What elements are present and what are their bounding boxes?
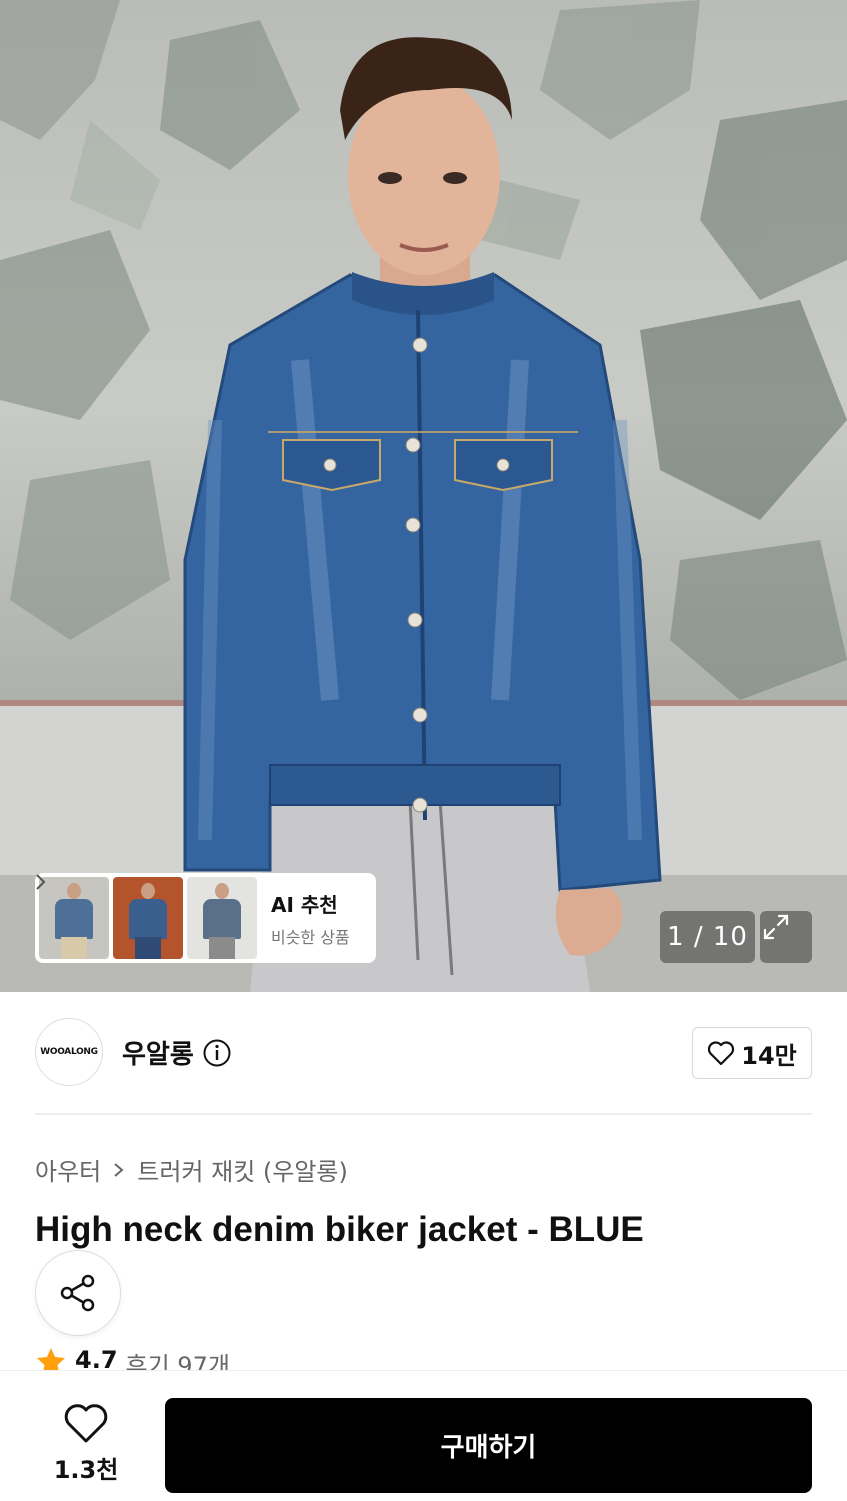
product-like-count: 1.3천 [53,1456,119,1484]
chevron-right-icon [36,874,46,890]
brand-logo[interactable]: WOOALONG [35,1018,103,1086]
rating-row[interactable]: 4.7 후기 97개 [35,1346,230,1372]
brand-logo-text: WOOALONG [40,1047,98,1057]
share-icon [60,1274,95,1312]
ai-recommend-title: AI 추천 [271,892,338,917]
review-count[interactable]: 후기 97개 [126,1346,230,1372]
breadcrumb: 아우터 트러커 재킷 (우알롱) [35,1152,348,1187]
similar-product-thumb[interactable] [113,877,183,959]
product-title: High neck denim biker jacket - BLUE [35,1210,644,1249]
info-icon[interactable] [202,1038,232,1068]
expand-button[interactable] [760,911,812,963]
similar-product-thumb[interactable] [187,877,257,959]
breadcrumb-item-outer[interactable]: 아우터 [35,1152,101,1187]
share-button[interactable] [35,1250,121,1336]
heart-icon [708,1041,735,1066]
rating-score: 4.7 [75,1346,118,1372]
brand-name: 우알롱 [122,1040,194,1070]
heart-icon [64,1404,108,1443]
image-counter: 1 / 10 [660,911,755,963]
expand-icon [763,914,789,940]
brand-like-count: 14만 [741,1041,797,1070]
divider [35,1113,812,1115]
product-photo [0,0,847,992]
product-image[interactable]: AI 추천 비슷한 상품 1 / 10 [0,0,847,992]
ai-recommend-panel[interactable]: AI 추천 비슷한 상품 [35,873,376,963]
product-like-button[interactable]: 1.3천 [46,1402,126,1488]
buy-button[interactable]: 구매하기 [165,1398,812,1493]
brand-link[interactable]: 우알롱 [122,1034,232,1071]
similar-product-thumb[interactable] [39,877,109,959]
ai-recommend-subtitle: 비슷한 상품 [271,927,350,947]
star-icon [37,1348,65,1372]
breadcrumb-item-category[interactable]: 트러커 재킷 (우알롱) [137,1152,348,1187]
ai-recommend-link[interactable]: AI 추천 비슷한 상품 [36,874,350,948]
brand-like-button[interactable]: 14만 [692,1027,812,1079]
chevron-right-icon [114,1162,124,1177]
